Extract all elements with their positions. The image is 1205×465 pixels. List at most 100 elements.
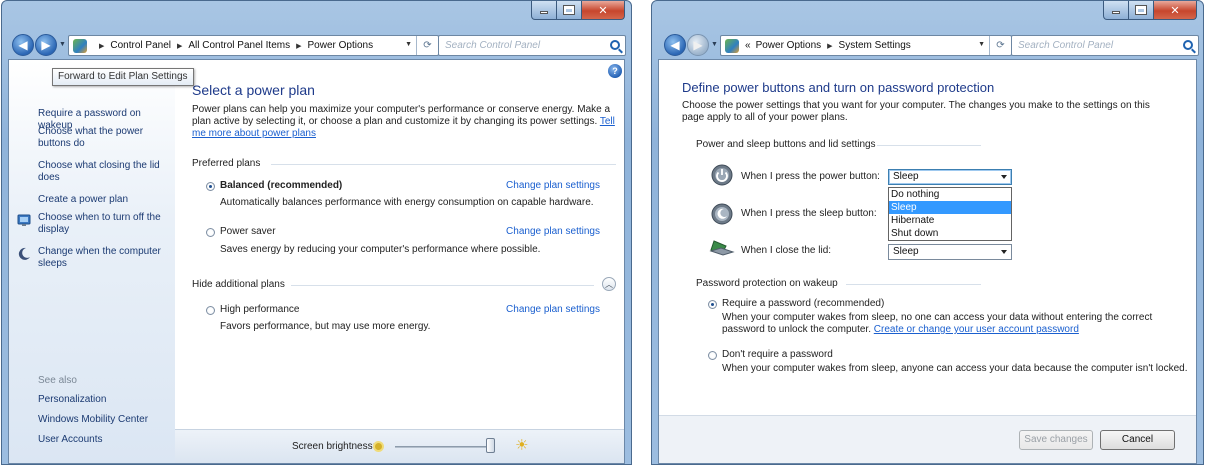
brightness-bar: Screen brightness: ☀ bbox=[175, 429, 624, 463]
forward-button[interactable]: ▶ bbox=[687, 34, 709, 56]
address-dropdown-icon[interactable]: ▼ bbox=[978, 41, 985, 48]
change-plan-settings-balanced[interactable]: Change plan settings bbox=[506, 180, 600, 191]
radio-require-password[interactable] bbox=[708, 300, 717, 309]
power-button-label: When I press the power button: bbox=[741, 171, 880, 182]
radio-high-performance[interactable] bbox=[206, 306, 215, 315]
breadcrumb-all-items[interactable]: All Control Panel Items bbox=[188, 40, 290, 51]
breadcrumb-system-settings[interactable]: System Settings bbox=[839, 40, 911, 51]
control-panel-icon bbox=[725, 38, 739, 53]
brightness-slider-thumb[interactable] bbox=[486, 438, 495, 453]
back-button[interactable]: ◀ bbox=[12, 34, 34, 56]
link-personalization[interactable]: Personalization bbox=[38, 394, 170, 406]
change-plan-settings-high-performance[interactable]: Change plan settings bbox=[506, 304, 600, 315]
title-bar: ✕ bbox=[652, 1, 1203, 31]
forward-arrow-icon: ▶ bbox=[693, 38, 703, 52]
link-mobility-center[interactable]: Windows Mobility Center bbox=[38, 414, 170, 426]
navigation-bar: ◀ ▶ ▼ « Power Options ▶ System Settings … bbox=[652, 32, 1203, 58]
page-title: Select a power plan bbox=[192, 82, 315, 98]
address-bar[interactable]: ▶ Control Panel ▶ All Control Panel Item… bbox=[68, 35, 439, 56]
back-arrow-icon: ◀ bbox=[18, 38, 28, 52]
window-content: Require a password on wakeup Choose what… bbox=[8, 59, 625, 464]
lid-select[interactable]: Sleep bbox=[888, 244, 1012, 260]
change-plan-settings-power-saver[interactable]: Change plan settings bbox=[506, 226, 600, 237]
breadcrumb-control-panel[interactable]: Control Panel bbox=[110, 40, 171, 51]
address-dropdown-icon[interactable]: ▼ bbox=[405, 41, 412, 48]
search-input[interactable] bbox=[1012, 36, 1198, 55]
require-password-desc: When your computer wakes from sleep, no … bbox=[722, 312, 1153, 335]
sleep-button-icon bbox=[711, 203, 733, 225]
breadcrumb-power-options[interactable]: Power Options bbox=[756, 40, 822, 51]
power-button-select[interactable]: Sleep bbox=[888, 169, 1012, 185]
recent-pages-dropdown[interactable]: ▼ bbox=[711, 41, 718, 48]
preferred-plans-label: Preferred plans bbox=[192, 158, 261, 169]
link-user-accounts[interactable]: User Accounts bbox=[38, 434, 170, 446]
task-pane: Require a password on wakeup Choose what… bbox=[9, 60, 175, 463]
sleep-button-label: When I press the sleep button: bbox=[741, 208, 877, 219]
search-input[interactable] bbox=[439, 36, 625, 55]
power-button-icon bbox=[711, 164, 733, 186]
minimize-button[interactable] bbox=[531, 1, 557, 20]
search-icon[interactable] bbox=[610, 40, 620, 50]
option-do-nothing[interactable]: Do nothing bbox=[889, 188, 1011, 201]
radio-balanced[interactable] bbox=[206, 182, 215, 191]
back-arrow-icon: ◀ bbox=[670, 38, 680, 52]
overflow-chevron-icon[interactable]: « bbox=[745, 40, 751, 51]
search-box bbox=[1011, 35, 1199, 56]
save-changes-button[interactable]: Save changes bbox=[1019, 430, 1093, 450]
brightness-slider-track[interactable] bbox=[395, 446, 495, 448]
chevron-right-icon: ▶ bbox=[99, 42, 105, 50]
search-box bbox=[438, 35, 626, 56]
minimize-icon bbox=[540, 11, 548, 14]
system-settings-window: ✕ ◀ ▶ ▼ « Power Options ▶ System Setting… bbox=[651, 0, 1204, 465]
option-sleep[interactable]: Sleep bbox=[889, 201, 1011, 214]
intro-text: Choose the power settings that you want … bbox=[682, 100, 1150, 123]
link-turn-off-display[interactable]: Choose when to turn off the display bbox=[38, 212, 170, 236]
close-icon: ✕ bbox=[598, 4, 608, 17]
option-shut-down[interactable]: Shut down bbox=[889, 227, 1011, 240]
minimize-icon bbox=[1112, 11, 1120, 14]
divider bbox=[846, 284, 981, 285]
link-create-plan[interactable]: Create a power plan bbox=[38, 194, 170, 206]
chevron-right-icon: ▶ bbox=[296, 42, 302, 50]
control-panel-icon bbox=[73, 38, 87, 53]
breadcrumb-power-options[interactable]: Power Options bbox=[307, 40, 373, 51]
divider bbox=[877, 145, 981, 146]
no-password-desc: When your computer wakes from sleep, any… bbox=[722, 363, 1188, 374]
no-password-label: Don't require a password bbox=[722, 349, 833, 360]
help-icon[interactable]: ? bbox=[608, 64, 622, 78]
buttons-section-label: Power and sleep buttons and lid settings bbox=[696, 139, 876, 150]
require-password-label: Require a password (recommended) bbox=[722, 298, 885, 309]
close-button[interactable]: ✕ bbox=[1154, 1, 1197, 20]
hide-additional-plans-label[interactable]: Hide additional plans bbox=[192, 279, 285, 290]
divider bbox=[271, 164, 616, 165]
create-password-link[interactable]: Create or change your user account passw… bbox=[874, 324, 1079, 335]
back-button[interactable]: ◀ bbox=[664, 34, 686, 56]
forward-button[interactable]: ▶ bbox=[35, 34, 57, 56]
minimize-button[interactable] bbox=[1103, 1, 1129, 20]
cancel-button[interactable]: Cancel bbox=[1100, 430, 1175, 450]
collapse-chevron-up-icon[interactable]: ︿ bbox=[602, 277, 616, 291]
plan-name-power-saver: Power saver bbox=[220, 226, 276, 237]
option-hibernate[interactable]: Hibernate bbox=[889, 214, 1011, 227]
close-icon: ✕ bbox=[1170, 4, 1180, 17]
refresh-icon[interactable]: ⟳ bbox=[989, 36, 1011, 55]
sun-dim-icon bbox=[375, 443, 382, 450]
maximize-button[interactable] bbox=[557, 1, 582, 20]
address-bar[interactable]: « Power Options ▶ System Settings ▼ ⟳ bbox=[720, 35, 1012, 56]
recent-pages-dropdown[interactable]: ▼ bbox=[59, 41, 66, 48]
link-power-buttons[interactable]: Choose what the power buttons do bbox=[38, 126, 170, 150]
maximize-button[interactable] bbox=[1129, 1, 1154, 20]
search-icon[interactable] bbox=[1183, 40, 1193, 50]
link-computer-sleeps[interactable]: Change when the computer sleeps bbox=[38, 246, 170, 270]
refresh-icon[interactable]: ⟳ bbox=[416, 36, 438, 55]
plan-name-balanced: Balanced (recommended) bbox=[220, 180, 343, 191]
window-content: Define power buttons and turn on passwor… bbox=[658, 59, 1197, 464]
radio-no-password[interactable] bbox=[708, 351, 717, 360]
see-also-label: See also bbox=[38, 375, 77, 386]
close-button[interactable]: ✕ bbox=[582, 1, 625, 20]
plan-name-high-performance: High performance bbox=[220, 304, 300, 315]
navigation-bar: ◀ ▶ ▼ ▶ Control Panel ▶ All Control Pane… bbox=[2, 32, 631, 58]
link-closing-lid[interactable]: Choose what closing the lid does bbox=[38, 160, 170, 184]
shield-icon bbox=[17, 214, 31, 226]
radio-power-saver[interactable] bbox=[206, 228, 215, 237]
